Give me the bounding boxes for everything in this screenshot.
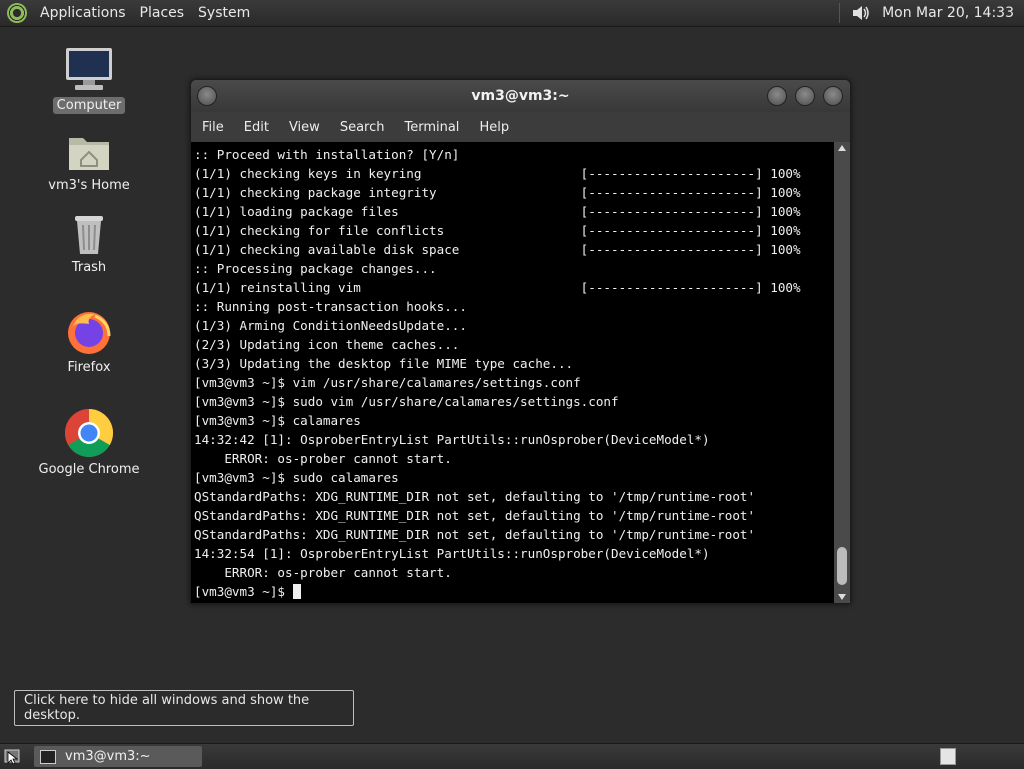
terminal-line: [vm3@vm3 ~]$ (194, 582, 834, 601)
terminal-line: ERROR: os-prober cannot start. (194, 451, 452, 466)
scroll-down-arrow-icon[interactable] (838, 594, 846, 600)
desktop-icon-trash[interactable]: Trash (34, 210, 144, 276)
desktop-icon-label: Firefox (67, 360, 111, 375)
desktop-icon-label: vm3's Home (48, 178, 130, 193)
show-desktop-tooltip: Click here to hide all windows and show … (14, 690, 354, 726)
system-menu[interactable]: System (191, 5, 257, 21)
menu-help[interactable]: Help (469, 120, 519, 135)
top-panel: Applications Places System Mon Mar 20, 1… (0, 0, 1024, 27)
terminal-line: 14:32:54 [1]: OsproberEntryList PartUtil… (194, 546, 710, 561)
terminal-scrollbar[interactable] (834, 142, 850, 603)
taskbar-terminal-button[interactable]: vm3@vm3:~ (34, 746, 202, 767)
terminal-line: 14:32:42 [1]: OsproberEntryList PartUtil… (194, 432, 710, 447)
terminal-line: [vm3@vm3 ~]$ calamares (194, 413, 361, 428)
desktop-icon-label: Google Chrome (38, 462, 140, 477)
menu-edit[interactable]: Edit (234, 120, 279, 135)
mate-logo-icon[interactable] (7, 3, 27, 23)
terminal-line: (1/1) checking for file conflicts [-----… (194, 223, 801, 238)
terminal-line: QStandardPaths: XDG_RUNTIME_DIR not set,… (194, 508, 756, 523)
terminal-line: (3/3) Updating the desktop file MIME typ… (194, 356, 574, 371)
desktop-icon-chrome[interactable]: Google Chrome (34, 408, 144, 478)
terminal-line: (1/1) checking package integrity [------… (194, 185, 801, 200)
trash-icon (75, 216, 103, 254)
bottom-panel: vm3@vm3:~ (0, 743, 1024, 769)
computer-icon (66, 48, 112, 90)
terminal-line: [vm3@vm3 ~]$ vim /usr/share/calamares/se… (194, 375, 581, 390)
menu-terminal[interactable]: Terminal (394, 120, 469, 135)
chrome-icon (64, 409, 114, 458)
terminal-line: (1/1) reinstalling vim [----------------… (194, 280, 801, 295)
panel-separator (839, 3, 841, 23)
terminal-icon (40, 749, 56, 764)
terminal-window[interactable]: vm3@vm3:~ File Edit View Search Terminal… (190, 79, 851, 604)
menu-file[interactable]: File (191, 120, 234, 135)
clock[interactable]: Mon Mar 20, 14:33 (882, 5, 1024, 21)
terminal-line: :: Processing package changes... (194, 261, 437, 276)
terminal-line: (1/1) loading package files [-----------… (194, 204, 801, 219)
desktop-icon-firefox[interactable]: Firefox (34, 308, 144, 376)
menu-search[interactable]: Search (330, 120, 395, 135)
terminal-line: :: Proceed with installation? [Y/n] (194, 147, 460, 162)
minimize-button[interactable] (767, 86, 787, 106)
window-menu-button[interactable] (197, 86, 217, 106)
home-folder-icon (69, 138, 109, 170)
desktop-icon-home[interactable]: vm3's Home (34, 130, 144, 194)
terminal-output[interactable]: :: Proceed with installation? [Y/n](1/1)… (191, 142, 834, 603)
desktop-icon-label: Computer (52, 97, 126, 114)
terminal-line: [vm3@vm3 ~]$ sudo vim /usr/share/calamar… (194, 394, 619, 409)
applications-menu[interactable]: Applications (33, 5, 133, 21)
close-button[interactable] (823, 86, 843, 106)
terminal-cursor (292, 584, 301, 599)
maximize-button[interactable] (795, 86, 815, 106)
top-panel-tray: Mon Mar 20, 14:33 (839, 0, 1024, 26)
volume-icon[interactable] (850, 3, 870, 23)
firefox-icon (68, 312, 111, 354)
window-titlebar[interactable]: vm3@vm3:~ (191, 80, 850, 112)
menubar: File Edit View Search Terminal Help (191, 112, 850, 142)
terminal-line: QStandardPaths: XDG_RUNTIME_DIR not set,… (194, 527, 756, 542)
scrollbar-thumb[interactable] (837, 547, 847, 585)
desktop-icon-computer[interactable]: Computer (34, 46, 144, 114)
terminal-line: (1/3) Arming ConditionNeedsUpdate... (194, 318, 467, 333)
scroll-up-arrow-icon[interactable] (838, 145, 846, 151)
workspace-switcher[interactable] (940, 748, 956, 765)
terminal-line: [vm3@vm3 ~]$ sudo calamares (194, 470, 399, 485)
terminal-line: (1/1) checking available disk space [---… (194, 242, 801, 257)
terminal-line: (1/1) checking keys in keyring [--------… (194, 166, 801, 181)
places-menu[interactable]: Places (133, 5, 192, 21)
terminal-line: :: Running post-transaction hooks... (194, 299, 467, 314)
menu-view[interactable]: View (279, 120, 330, 135)
show-desktop-icon[interactable] (4, 748, 20, 764)
desktop-icon-label: Trash (71, 260, 107, 275)
taskbar-label: vm3@vm3:~ (65, 749, 151, 764)
window-title: vm3@vm3:~ (471, 88, 570, 104)
terminal-line: (2/3) Updating icon theme caches... (194, 337, 460, 352)
terminal-line: ERROR: os-prober cannot start. (194, 565, 452, 580)
terminal-line: QStandardPaths: XDG_RUNTIME_DIR not set,… (194, 489, 756, 504)
